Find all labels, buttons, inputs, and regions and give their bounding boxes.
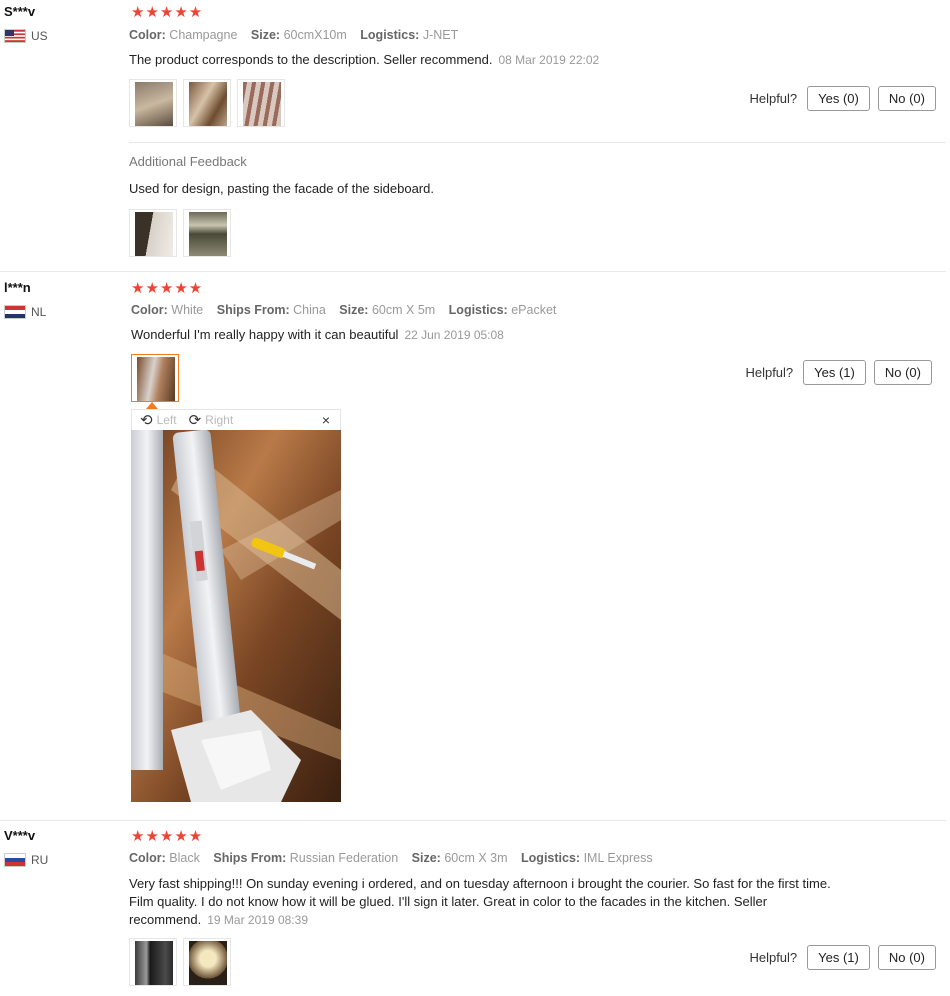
helpful-no-button[interactable]: No (0) bbox=[873, 360, 932, 385]
star-rating: ★★★★★ bbox=[131, 280, 204, 297]
review-photo-thumb[interactable] bbox=[183, 938, 231, 986]
star-rating: ★★★★★ bbox=[131, 4, 204, 21]
review-photo-thumb[interactable] bbox=[183, 79, 231, 127]
us-flag-icon bbox=[4, 29, 26, 43]
rotate-left-button[interactable]: Left bbox=[157, 413, 177, 427]
helpful-controls: Helpful? Yes (0) No (0) bbox=[749, 86, 936, 111]
country-code: RU bbox=[31, 853, 49, 867]
additional-feedback-title: Additional Feedback bbox=[129, 154, 247, 169]
review-text: Very fast shipping!!! On sunday evening … bbox=[129, 876, 831, 927]
ru-flag-icon bbox=[4, 853, 26, 867]
reviewer-country: US bbox=[4, 29, 48, 43]
review-separator bbox=[0, 820, 946, 821]
review-photos bbox=[129, 938, 231, 986]
additional-feedback-text: Used for design, pasting the facade of t… bbox=[129, 181, 434, 196]
order-attributes: Color: White Ships From: China Size: 60c… bbox=[131, 303, 557, 317]
rotate-left-icon[interactable]: ⟲ bbox=[140, 411, 153, 429]
helpful-controls: Helpful? Yes (1) No (0) bbox=[749, 945, 936, 970]
country-code: NL bbox=[31, 305, 47, 319]
rotate-right-icon[interactable]: ⟳ bbox=[189, 411, 202, 429]
photo-viewer: ⟲ Left ⟳ Right × bbox=[131, 409, 341, 802]
helpful-yes-button[interactable]: Yes (0) bbox=[807, 86, 870, 111]
helpful-label: Helpful? bbox=[749, 91, 798, 106]
helpful-controls: Helpful? Yes (1) No (0) bbox=[745, 360, 932, 385]
review-date: 22 Jun 2019 05:08 bbox=[404, 328, 504, 342]
helpful-label: Helpful? bbox=[749, 950, 798, 965]
review-photo-thumb[interactable] bbox=[129, 209, 177, 257]
order-attributes: Color: Champagne Size: 60cmX10m Logistic… bbox=[129, 28, 459, 42]
reviewer-country: NL bbox=[4, 305, 46, 319]
helpful-label: Helpful? bbox=[745, 365, 794, 380]
reviewer-name: l***n bbox=[4, 280, 31, 295]
reviewer-name: V***v bbox=[4, 828, 36, 843]
country-code: US bbox=[31, 29, 48, 43]
review-photo-thumb[interactable] bbox=[237, 79, 285, 127]
selected-indicator bbox=[146, 402, 158, 409]
rotate-right-button[interactable]: Right bbox=[205, 413, 233, 427]
review-date: 08 Mar 2019 22:02 bbox=[498, 53, 600, 67]
helpful-yes-button[interactable]: Yes (1) bbox=[803, 360, 866, 385]
nl-flag-icon bbox=[4, 305, 26, 319]
review-photos bbox=[131, 354, 179, 402]
review-text: Wonderful I'm really happy with it can b… bbox=[131, 327, 504, 342]
order-attributes: Color: Black Ships From: Russian Federat… bbox=[129, 851, 653, 865]
reviewer-country: RU bbox=[4, 853, 48, 867]
review-separator bbox=[0, 271, 946, 272]
helpful-yes-button[interactable]: Yes (1) bbox=[807, 945, 870, 970]
viewer-toolbar: ⟲ Left ⟳ Right × bbox=[131, 409, 341, 430]
review-photos bbox=[129, 79, 285, 127]
helpful-no-button[interactable]: No (0) bbox=[877, 86, 936, 111]
review-photo-thumb[interactable] bbox=[129, 938, 177, 986]
review-photo-thumb[interactable] bbox=[129, 79, 177, 127]
reviewer-name: S***v bbox=[4, 4, 36, 19]
review-date: 19 Mar 2019 08:39 bbox=[207, 913, 308, 927]
divider bbox=[129, 142, 946, 143]
helpful-no-button[interactable]: No (0) bbox=[877, 945, 936, 970]
review-photo-thumb[interactable] bbox=[183, 209, 231, 257]
enlarged-photo bbox=[131, 430, 341, 802]
review-photo-thumb-selected[interactable] bbox=[131, 354, 179, 402]
additional-photos bbox=[129, 209, 231, 257]
review-text: The product corresponds to the descripti… bbox=[129, 52, 600, 67]
close-icon[interactable]: × bbox=[322, 412, 330, 428]
star-rating: ★★★★★ bbox=[131, 828, 204, 845]
